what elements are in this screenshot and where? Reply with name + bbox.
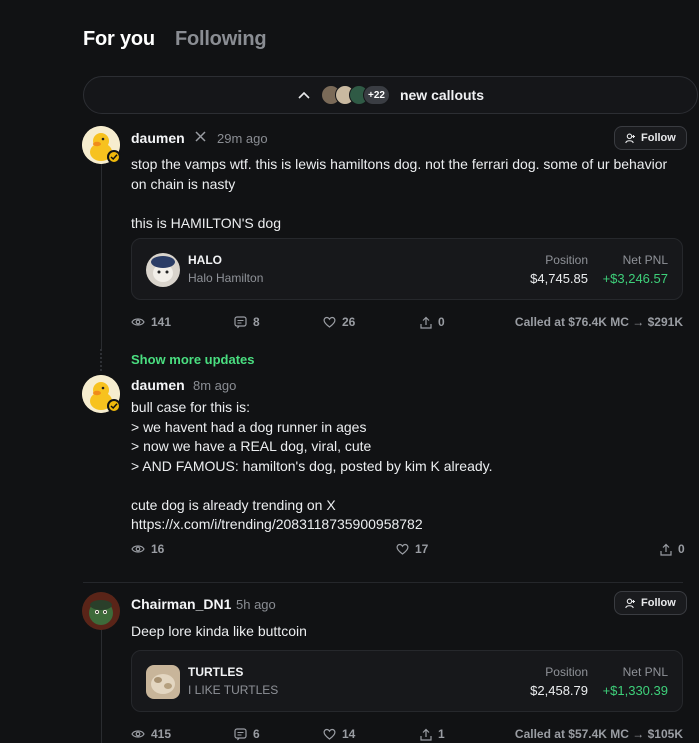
shares-count: 1: [438, 727, 445, 741]
token-position-card[interactable]: TURTLES I LIKE TURTLES Position $2,458.7…: [131, 650, 683, 712]
comments-button[interactable]: 8: [234, 315, 260, 329]
author-name[interactable]: Chairman_DN1: [131, 596, 231, 612]
share-button[interactable]: 0: [420, 315, 445, 329]
avatar[interactable]: [82, 592, 120, 630]
views-count: 415: [151, 727, 172, 741]
net-pnl-label: Net PNL: [622, 665, 668, 679]
callout-avatars: +22: [321, 85, 390, 105]
extra-count-badge: +22: [363, 85, 390, 105]
shares-count: 0: [438, 315, 445, 329]
comments-count: 8: [253, 315, 260, 329]
post-body: stop the vamps wtf. this is lewis hamilt…: [131, 156, 668, 231]
thread-line: [101, 630, 102, 743]
share-button[interactable]: 0: [660, 542, 685, 556]
views-stat: 141: [131, 315, 171, 329]
like-button[interactable]: 26: [323, 315, 355, 329]
token-symbol: TURTLES: [188, 665, 244, 679]
feed-tabs: For you Following: [83, 28, 267, 51]
share-icon: [420, 728, 432, 741]
position-value: $2,458.79: [530, 683, 588, 698]
share-button[interactable]: 1: [420, 727, 445, 741]
tab-following[interactable]: Following: [175, 28, 267, 51]
heart-icon: [323, 316, 336, 328]
user-plus-icon: [625, 133, 635, 143]
views-count: 141: [151, 315, 172, 329]
comment-icon: [234, 315, 247, 328]
views-stat: 16: [131, 542, 164, 556]
shares-count: 0: [678, 542, 685, 556]
follow-label: Follow: [641, 132, 676, 144]
called-at-text: Called at $76.4K MC → $291K: [514, 315, 683, 329]
comments-button[interactable]: 6: [234, 727, 260, 741]
verified-badge-icon: [107, 399, 121, 413]
post-divider: [83, 582, 683, 583]
token-name: Halo Hamilton: [188, 271, 264, 285]
post-body: bull case for this is: > we havent had a…: [131, 399, 493, 532]
thread-dotted-line: [100, 349, 102, 371]
author-name[interactable]: daumen: [131, 130, 185, 146]
new-callouts-label: new callouts: [399, 87, 484, 103]
comment-icon: [234, 727, 247, 740]
eye-icon: [131, 730, 145, 738]
thread-line: [101, 164, 102, 349]
post-time: 5h ago: [236, 597, 276, 612]
post-time: 8m ago: [193, 378, 237, 393]
like-button[interactable]: 14: [323, 727, 355, 741]
post-time: 29m ago: [217, 131, 268, 146]
token-symbol: HALO: [188, 253, 222, 267]
token-name: I LIKE TURTLES: [188, 683, 279, 697]
like-button[interactable]: 17: [396, 542, 428, 556]
likes-count: 17: [415, 542, 429, 556]
likes-count: 26: [342, 315, 356, 329]
views-count: 16: [151, 542, 165, 556]
eye-icon: [131, 545, 145, 553]
net-pnl-label: Net PNL: [622, 253, 668, 267]
follow-button[interactable]: Follow: [614, 126, 687, 150]
eye-icon: [131, 318, 145, 326]
follow-label: Follow: [641, 597, 676, 609]
follow-button[interactable]: Follow: [614, 591, 687, 615]
chevron-up-icon: [297, 88, 311, 102]
called-at-text: Called at $57.4K MC → $105K: [514, 727, 683, 741]
heart-icon: [323, 728, 336, 740]
author-name[interactable]: daumen: [131, 377, 185, 393]
heart-icon: [396, 543, 409, 555]
views-stat: 415: [131, 727, 171, 741]
share-icon: [660, 543, 672, 556]
likes-count: 14: [342, 727, 356, 741]
new-callouts-button[interactable]: +22 new callouts: [83, 76, 698, 114]
token-image: [146, 665, 180, 699]
verified-badge-icon: [107, 150, 121, 164]
tab-for-you[interactable]: For you: [83, 28, 155, 51]
comments-count: 6: [253, 727, 260, 741]
user-plus-icon: [625, 598, 635, 608]
net-pnl-value: +$1,330.39: [602, 683, 668, 698]
token-image: [146, 253, 180, 287]
post-body: Deep lore kinda like buttcoin: [131, 623, 307, 639]
position-value: $4,745.85: [530, 271, 588, 286]
net-pnl-value: +$3,246.57: [602, 271, 668, 286]
show-more-updates-link[interactable]: Show more updates: [131, 352, 255, 367]
x-logo-icon[interactable]: [195, 130, 206, 145]
token-position-card[interactable]: HALO Halo Hamilton Position $4,745.85 Ne…: [131, 238, 683, 300]
position-label: Position: [545, 665, 588, 679]
position-label: Position: [545, 253, 588, 267]
share-icon: [420, 316, 432, 329]
